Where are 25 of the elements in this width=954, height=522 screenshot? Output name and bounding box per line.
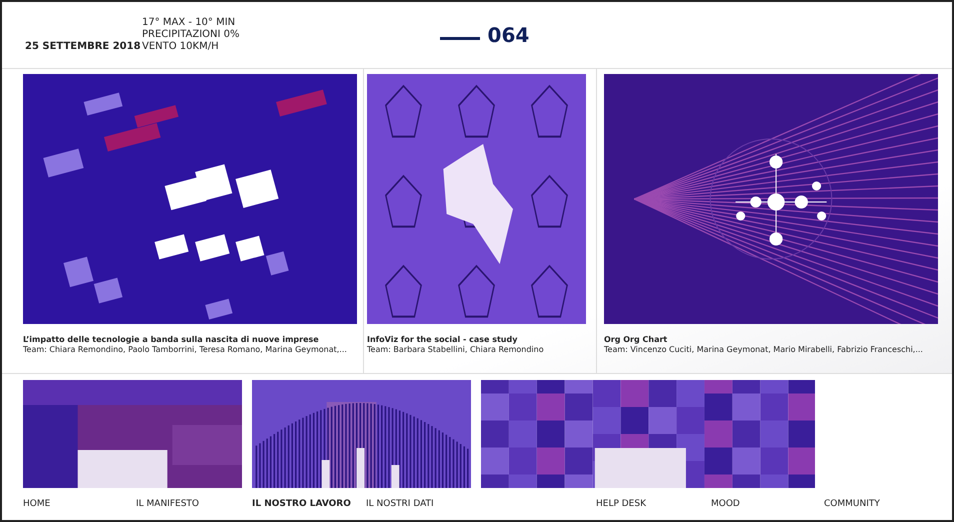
dash-icon	[440, 36, 480, 40]
shapes-drawing[interactable]	[23, 74, 357, 324]
nav-link[interactable]: IL NOSTRO LAVORO	[252, 499, 366, 509]
weather-line: 17° MAX - 10° MIN	[142, 17, 236, 29]
nav-link[interactable]: IL MANIFESTO	[136, 499, 252, 509]
bar	[322, 460, 330, 488]
radar-chart-drawing[interactable]	[367, 74, 586, 324]
project-team: Team: Vincenzo Cuciti, Marina Geymonat, Mario Mirabelli, Fabrizio Franceschi,...	[604, 345, 924, 354]
treemap-drawing[interactable]	[23, 380, 242, 488]
date-label: 25 SETTEMBRE 2018	[25, 40, 142, 52]
heatmap-cells[interactable]	[481, 380, 815, 488]
nav-link[interactable]: HELP DESK	[596, 499, 711, 509]
project-title[interactable]: L’impatto delle tecnologie a banda sulla nascita di nuove imprese	[23, 335, 363, 344]
project-team: Team: Barbara Stabellini, Chiara Remondino	[367, 345, 545, 354]
nav-link[interactable]: IL NOSTRI DATI	[366, 499, 596, 509]
nav-link[interactable]: MOOD	[711, 499, 824, 509]
weather-line: PRECIPITAZIONI 0%	[142, 29, 240, 41]
bar	[356, 448, 364, 488]
issue-number: 064	[488, 23, 530, 47]
nav-link[interactable]: COMMUNITY	[824, 499, 880, 509]
nav-link[interactable]: HOME	[23, 499, 136, 509]
weather-line: VENTO 10KM/H	[142, 41, 220, 53]
project-title[interactable]: InfoViz for the social - case study	[367, 335, 596, 344]
project-team: Team: Chiara Remondino, Paolo Tamborrini, Teresa Romano, Marina Geymonat,...	[23, 345, 348, 354]
project-title[interactable]: Org Org Chart	[604, 335, 940, 344]
